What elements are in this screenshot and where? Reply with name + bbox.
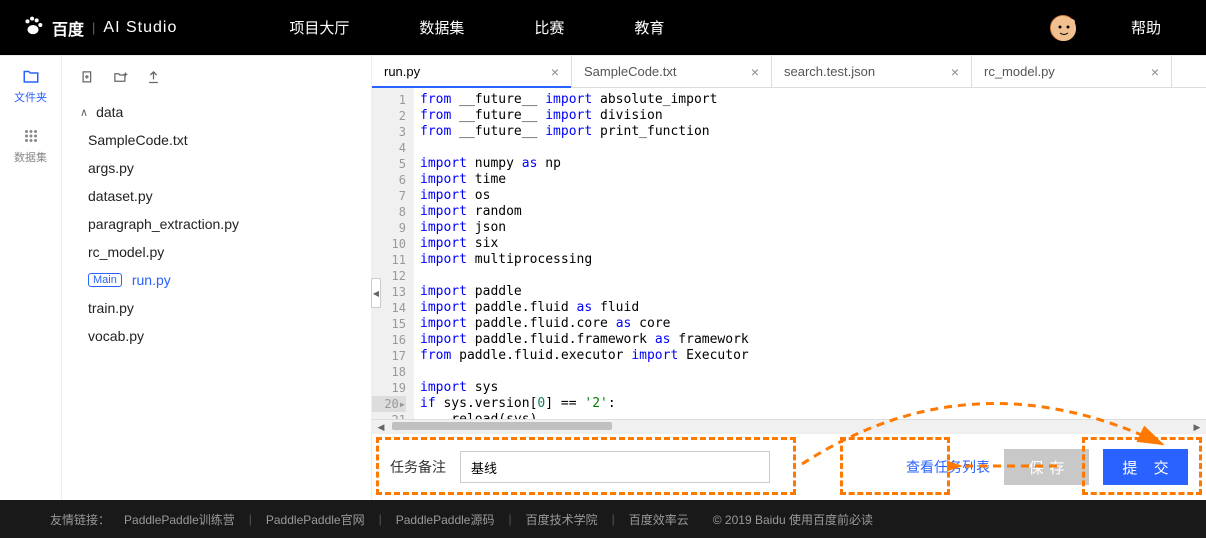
tree-file[interactable]: train.py	[70, 294, 363, 322]
footer-link[interactable]: PaddlePaddle源码	[396, 511, 495, 528]
collapse-handle-icon[interactable]: ◀	[371, 278, 381, 308]
nav-help[interactable]: 帮助	[1131, 17, 1161, 38]
close-icon[interactable]: ×	[951, 64, 959, 80]
tree-folder-data[interactable]: ∧data	[70, 98, 363, 126]
footer-copyright: © 2019 Baidu 使用百度前必读	[713, 511, 873, 528]
logo[interactable]: 百度 | AI Studio	[0, 14, 199, 41]
file-tree: ∧data SampleCode.txt args.py dataset.py …	[62, 56, 372, 500]
brand-baidu: 百度	[52, 16, 84, 40]
code-text[interactable]: from __future__ import absolute_importfr…	[414, 88, 1206, 419]
task-note-label: 任务备注	[390, 457, 446, 477]
save-button[interactable]: 保存	[1004, 449, 1089, 485]
editor: ◀ run.py× SampleCode.txt× search.test.js…	[372, 56, 1206, 500]
baidu-paw-icon	[22, 14, 44, 41]
tab-search-json[interactable]: search.test.json×	[772, 56, 972, 87]
avatar[interactable]	[1050, 15, 1076, 41]
tree-file[interactable]: SampleCode.txt	[70, 126, 363, 154]
task-note-input[interactable]	[460, 451, 770, 483]
top-nav: 百度 | AI Studio 项目大厅 数据集 比赛 教育 帮助	[0, 0, 1206, 55]
tab-samplecode[interactable]: SampleCode.txt×	[572, 56, 772, 87]
nav-item-lobby[interactable]: 项目大厅	[289, 17, 349, 38]
tab-rc-model[interactable]: rc_model.py×	[972, 56, 1172, 87]
side-tab-dataset-label: 数据集	[14, 149, 47, 165]
tree-toolbar	[70, 66, 363, 98]
brand-sep: |	[92, 20, 95, 35]
submit-button[interactable]: 提 交	[1103, 449, 1188, 485]
chevron-down-icon: ∧	[80, 106, 88, 119]
footer-link[interactable]: 百度技术学院	[526, 511, 598, 528]
side-tab-files-label: 文件夹	[14, 89, 47, 105]
nav-item-education[interactable]: 教育	[634, 17, 664, 38]
footer-prefix: 友情链接：	[50, 511, 110, 528]
nav-items: 项目大厅 数据集 比赛 教育	[289, 17, 664, 38]
tree-file[interactable]: dataset.py	[70, 182, 363, 210]
footer-link[interactable]: PaddlePaddle训练营	[124, 511, 235, 528]
editor-tabs: run.py× SampleCode.txt× search.test.json…	[372, 56, 1206, 88]
new-file-icon[interactable]	[80, 70, 95, 88]
main: 文件夹 数据集 ∧data SampleCode.txt args.py dat…	[0, 55, 1206, 500]
tree-file[interactable]: paragraph_extraction.py	[70, 210, 363, 238]
footer-link[interactable]: 百度效率云	[629, 511, 689, 528]
footer-link[interactable]: PaddlePaddle官网	[266, 511, 365, 528]
bottom-bar: 任务备注 查看任务列表 保存 提 交	[372, 433, 1206, 500]
footer: 友情链接： PaddlePaddle训练营| PaddlePaddle官网| P…	[0, 500, 1206, 538]
brand-studio: AI Studio	[103, 19, 177, 37]
upload-icon[interactable]	[146, 70, 161, 88]
gutter: 1234567891011121314151617181920▸21222324	[372, 88, 414, 419]
scroll-right-icon[interactable]: ▶	[1190, 420, 1204, 434]
tree-file-active[interactable]: Mainrun.py	[70, 266, 363, 294]
view-task-list-link[interactable]: 查看任务列表	[906, 457, 990, 477]
tab-run-py[interactable]: run.py×	[372, 56, 572, 87]
side-tab-files[interactable]: 文件夹	[0, 56, 61, 116]
tree-file[interactable]: args.py	[70, 154, 363, 182]
scroll-thumb[interactable]	[392, 422, 612, 430]
side-tabs: 文件夹 数据集	[0, 56, 62, 500]
scroll-left-icon[interactable]: ◀	[374, 420, 388, 434]
side-tab-dataset[interactable]: 数据集	[0, 116, 61, 176]
new-folder-icon[interactable]	[113, 70, 128, 88]
close-icon[interactable]: ×	[1151, 64, 1159, 80]
code-area[interactable]: 1234567891011121314151617181920▸21222324…	[372, 88, 1206, 419]
tree-file[interactable]: vocab.py	[70, 322, 363, 350]
main-badge: Main	[88, 273, 122, 287]
nav-item-competition[interactable]: 比赛	[534, 17, 564, 38]
tree-file[interactable]: rc_model.py	[70, 238, 363, 266]
close-icon[interactable]: ×	[751, 64, 759, 80]
nav-item-dataset[interactable]: 数据集	[419, 17, 464, 38]
close-icon[interactable]: ×	[551, 64, 559, 80]
horizontal-scrollbar[interactable]: ◀ ▶	[372, 419, 1206, 433]
